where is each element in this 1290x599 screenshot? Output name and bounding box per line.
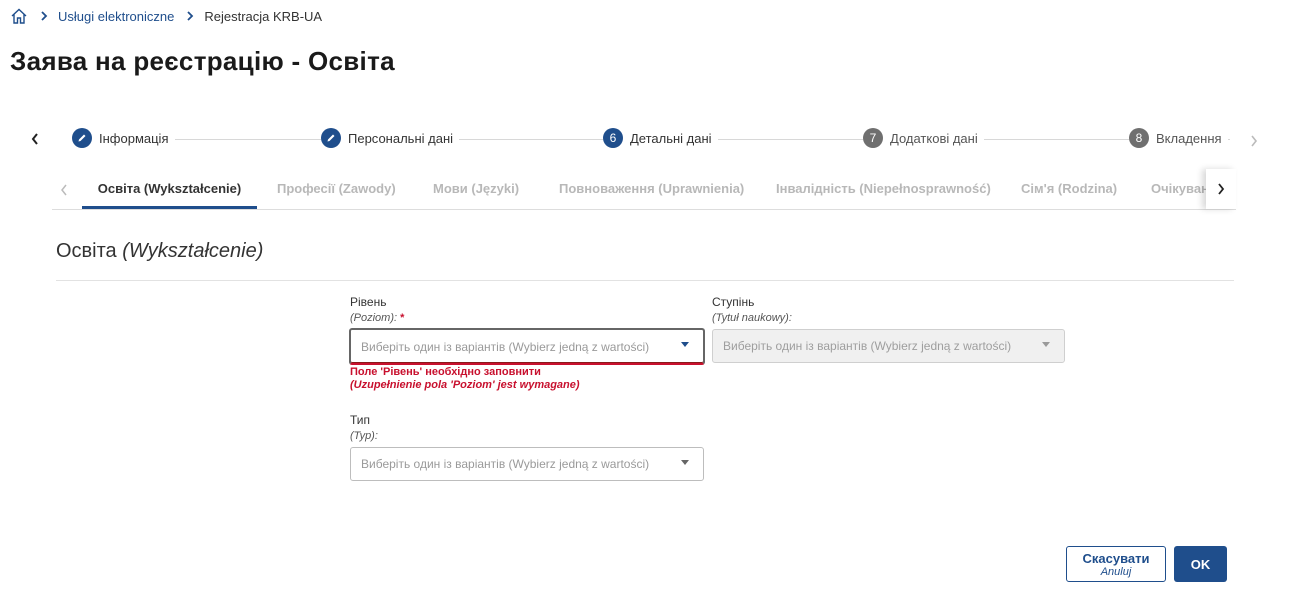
step-label: Детальні дані: [630, 130, 712, 146]
chevron-down-icon: [681, 342, 689, 347]
level-error-ua: Поле 'Рівень' необхідно заповнити: [350, 366, 541, 378]
step-label: Вкладення: [1156, 130, 1222, 146]
breadcrumb-current: Rejestracja KRB-UA: [204, 8, 323, 24]
tab-bar: Освіта (Wykształcenie) Професії (Zawody)…: [52, 169, 1236, 210]
step-label: Додаткові дані: [890, 130, 978, 146]
chevron-down-icon: [681, 460, 689, 465]
cancel-label: Скасувати: [1082, 551, 1150, 566]
level-label: Рівень: [350, 295, 387, 309]
step-number: 6: [603, 128, 623, 148]
step-additional-data[interactable]: 7 Додаткові дані: [863, 128, 984, 148]
type-label: Тип: [350, 413, 371, 427]
level-error: Поле 'Рівень' необхідно заповнити (Uzupe…: [350, 366, 580, 392]
breadcrumb-link-services[interactable]: Usługi elektroniczne: [58, 9, 174, 24]
tabs-prev-button[interactable]: [60, 169, 68, 208]
degree-label: Ступінь: [712, 295, 755, 309]
level-error-pl: (Uzupełnienie pola 'Poziom' jest wymagan…: [350, 379, 580, 391]
tab-education[interactable]: Освіта (Wykształcenie): [82, 169, 257, 209]
tabs-next-button[interactable]: [1206, 169, 1236, 209]
degree-placeholder: Виберіть один із варіантів (Wybierz jedn…: [723, 339, 1012, 353]
step-attachments[interactable]: 8 Вкладення: [1129, 128, 1228, 148]
step-number: 7: [863, 128, 883, 148]
level-sublabel: (Poziom): *: [350, 312, 404, 324]
tab-family[interactable]: Сім'я (Rodzina): [1021, 169, 1117, 208]
section-title-pl: (Wykształcenie): [122, 240, 264, 262]
tab-disability[interactable]: Інвалідність (Niepełnosprawność): [776, 169, 991, 208]
cancel-label-pl: Anuluj: [1100, 566, 1132, 578]
section-title: Освіта (Wykształcenie): [56, 240, 263, 263]
required-mark: *: [400, 312, 405, 324]
type-sublabel: (Typ):: [350, 430, 378, 442]
ok-button[interactable]: OK: [1174, 546, 1227, 582]
level-select[interactable]: Виберіть один із варіантів (Wybierz jedn…: [349, 328, 705, 365]
step-information[interactable]: Інформація: [72, 128, 175, 148]
stepper-next-button[interactable]: [1249, 132, 1259, 153]
type-select[interactable]: Виберіть один із варіантів (Wybierz jedn…: [350, 447, 704, 481]
home-icon[interactable]: [10, 7, 28, 25]
chevron-down-icon: [1042, 342, 1050, 347]
type-placeholder: Виберіть один із варіантів (Wybierz jedn…: [361, 457, 650, 471]
level-placeholder: Виберіть один із варіантів (Wybierz jedn…: [361, 339, 650, 354]
section-title-ua: Освіта: [56, 240, 117, 262]
chevron-right-icon: [40, 9, 48, 24]
tab-professions[interactable]: Професії (Zawody): [277, 169, 396, 208]
step-detail-data[interactable]: 6 Детальні дані: [603, 128, 718, 148]
tab-expectations[interactable]: Очікуван: [1151, 169, 1209, 208]
level-sub: (Poziom):: [350, 312, 398, 324]
page-title: Заява на реєстрацію - Освіта: [10, 46, 395, 76]
tab-languages[interactable]: Мови (Języki): [433, 169, 519, 208]
step-label: Інформація: [99, 130, 169, 146]
divider: [56, 280, 1234, 281]
step-personal-data[interactable]: Персональні дані: [321, 128, 460, 148]
chevron-right-icon: [186, 9, 194, 24]
breadcrumb: Usługi elektroniczne Rejestracja KRB-UA: [10, 6, 322, 26]
pencil-icon: [321, 128, 341, 148]
stepper-prev-button[interactable]: [30, 130, 40, 151]
cancel-button[interactable]: Скасувати Anuluj: [1066, 546, 1166, 582]
degree-select[interactable]: Виберіть один із варіантів (Wybierz jedn…: [712, 329, 1065, 363]
step-number: 8: [1129, 128, 1149, 148]
degree-sublabel: (Tytuł naukowy):: [712, 312, 792, 324]
tab-permissions[interactable]: Повноваження (Uprawnienia): [559, 169, 744, 208]
step-label: Персональні дані: [348, 130, 454, 146]
pencil-icon: [72, 128, 92, 148]
